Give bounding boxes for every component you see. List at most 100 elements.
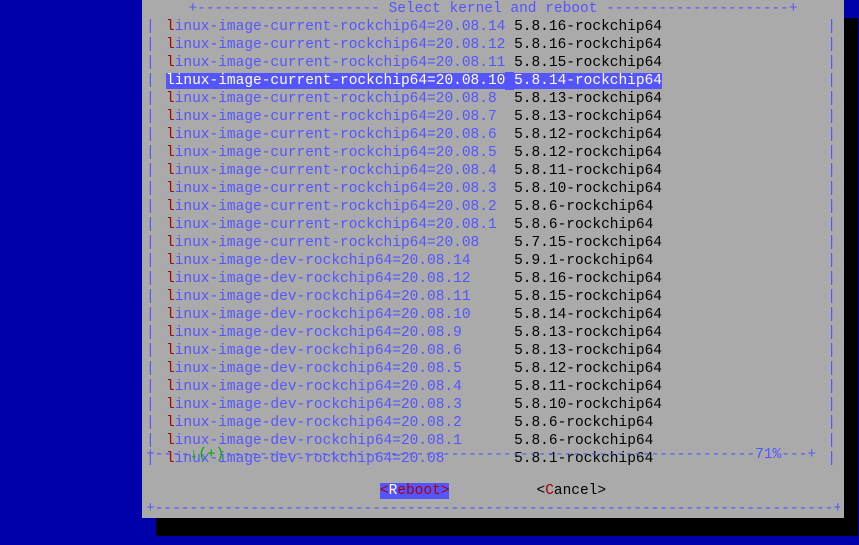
hotkey-letter: l (166, 55, 175, 71)
hotkey-letter: l (166, 109, 175, 125)
list-bottom-border: +----↓(+)-------------------------------… (146, 446, 840, 464)
hotkey-letter: l (166, 91, 175, 107)
package-name: inux-image-current-rockchip64=20.08.4 (175, 163, 497, 179)
kernel-version: 5.8.14-rockchip64 (514, 73, 662, 89)
kernel-version: 5.8.16-rockchip64 (514, 271, 662, 287)
package-name: inux-image-current-rockchip64=20.08.3 (175, 181, 497, 197)
list-item[interactable]: linux-image-current-rockchip64=20.08.2 5… (166, 198, 826, 216)
list-item[interactable]: linux-image-current-rockchip64=20.08.12 … (166, 36, 826, 54)
kernel-version: 5.7.15-rockchip64 (514, 235, 662, 251)
package-name: inux-image-current-rockchip64=20.08.2 (175, 199, 497, 215)
package-name: inux-image-current-rockchip64=20.08.12 (175, 37, 506, 53)
hotkey-letter: l (166, 253, 175, 269)
kernel-version: 5.8.13-rockchip64 (514, 325, 662, 341)
list-item[interactable]: linux-image-current-rockchip64=20.08.7 5… (166, 108, 826, 126)
hotkey-letter: l (166, 397, 175, 413)
package-name: inux-image-dev-rockchip64=20.08.10 (175, 307, 471, 323)
hotkey-letter: l (166, 325, 175, 341)
list-item[interactable]: linux-image-current-rockchip64=20.08.11 … (166, 54, 826, 72)
kernel-version: 5.8.15-rockchip64 (514, 289, 662, 305)
kernel-version: 5.8.15-rockchip64 (514, 55, 662, 71)
dialog-shadow (156, 518, 858, 536)
package-name: inux-image-current-rockchip64=20.08.6 (175, 127, 497, 143)
hotkey-letter: l (166, 163, 175, 179)
reboot-button[interactable]: <Reboot> (380, 483, 450, 499)
list-item[interactable]: linux-image-dev-rockchip64=20.08.2 5.8.6… (166, 414, 826, 432)
hotkey-letter: l (166, 343, 175, 359)
kernel-version: 5.8.10-rockchip64 (514, 181, 662, 197)
hotkey-letter: l (166, 415, 175, 431)
kernel-version: 5.8.6-rockchip64 (514, 199, 653, 215)
package-name: inux-image-current-rockchip64=20.08.8 (175, 91, 497, 107)
hotkey-letter: l (166, 73, 175, 89)
list-item[interactable]: linux-image-dev-rockchip64=20.08.11 5.8.… (166, 288, 826, 306)
right-border: | | | | | | | | | | | | | | | | | | | | … (827, 18, 836, 468)
hotkey-letter: l (166, 19, 175, 35)
list-item[interactable]: linux-image-current-rockchip64=20.08.6 5… (166, 126, 826, 144)
package-name: inux-image-dev-rockchip64=20.08.11 (175, 289, 471, 305)
list-item[interactable]: linux-image-current-rockchip64=20.08.1 5… (166, 216, 826, 234)
list-item[interactable]: linux-image-dev-rockchip64=20.08.9 5.8.1… (166, 324, 826, 342)
scroll-percent: 71% (755, 447, 781, 463)
hotkey-letter: l (166, 361, 175, 377)
list-item[interactable]: linux-image-dev-rockchip64=20.08.3 5.8.1… (166, 396, 826, 414)
hotkey-letter: l (166, 307, 175, 323)
hotkey-letter: l (166, 379, 175, 395)
list-item[interactable]: linux-image-dev-rockchip64=20.08.12 5.8.… (166, 270, 826, 288)
package-name: inux-image-dev-rockchip64=20.08.4 (175, 379, 462, 395)
kernel-version: 5.8.6-rockchip64 (514, 217, 653, 233)
package-name: inux-image-current-rockchip64=20.08.1 (175, 217, 497, 233)
kernel-version: 5.8.13-rockchip64 (514, 109, 662, 125)
list-item[interactable]: linux-image-dev-rockchip64=20.08.4 5.8.1… (166, 378, 826, 396)
kernel-version: 5.8.12-rockchip64 (514, 145, 662, 161)
kernel-version: 5.8.12-rockchip64 (514, 127, 662, 143)
kernel-version: 5.8.10-rockchip64 (514, 397, 662, 413)
list-item[interactable]: linux-image-current-rockchip64=20.08 5.7… (166, 234, 826, 252)
package-name: inux-image-dev-rockchip64=20.08.6 (175, 343, 462, 359)
package-name: inux-image-current-rockchip64=20.08.10 (175, 73, 506, 89)
kernel-version: 5.9.1-rockchip64 (514, 253, 653, 269)
list-item[interactable]: linux-image-dev-rockchip64=20.08.10 5.8.… (166, 306, 826, 324)
kernel-version: 5.8.11-rockchip64 (514, 163, 662, 179)
package-name: inux-image-current-rockchip64=20.08 (175, 235, 480, 251)
left-border: | | | | | | | | | | | | | | | | | | | | … (146, 18, 163, 468)
cancel-button[interactable]: <Cancel> (537, 483, 607, 499)
package-name: inux-image-dev-rockchip64=20.08.9 (175, 325, 462, 341)
package-name: inux-image-dev-rockchip64=20.08.2 (175, 415, 462, 431)
kernel-version: 5.8.16-rockchip64 (514, 37, 662, 53)
dialog-shadow (844, 18, 858, 518)
kernel-list[interactable]: linux-image-current-rockchip64=20.08.14 … (166, 18, 826, 468)
scroll-down-icon: ↓(+) (190, 447, 225, 463)
package-name: inux-image-dev-rockchip64=20.08.14 (175, 253, 471, 269)
hotkey-letter: l (166, 181, 175, 197)
list-item[interactable]: linux-image-current-rockchip64=20.08.4 5… (166, 162, 826, 180)
package-name: inux-image-dev-rockchip64=20.08.12 (175, 271, 471, 287)
list-item[interactable]: linux-image-current-rockchip64=20.08.3 5… (166, 180, 826, 198)
package-name: inux-image-dev-rockchip64=20.08.3 (175, 397, 462, 413)
dialog-bottom-border: +---------------------------------------… (146, 500, 840, 518)
list-item[interactable]: linux-image-dev-rockchip64=20.08.14 5.9.… (166, 252, 826, 270)
list-item[interactable]: linux-image-current-rockchip64=20.08.10 … (166, 72, 826, 90)
list-item[interactable]: linux-image-current-rockchip64=20.08.8 5… (166, 90, 826, 108)
hotkey-letter: l (166, 271, 175, 287)
hotkey-letter: l (166, 145, 175, 161)
hotkey-letter: l (166, 235, 175, 251)
hotkey-letter: l (166, 217, 175, 233)
list-item[interactable]: linux-image-dev-rockchip64=20.08.5 5.8.1… (166, 360, 826, 378)
package-name: inux-image-current-rockchip64=20.08.11 (175, 55, 506, 71)
list-item[interactable]: linux-image-current-rockchip64=20.08.5 5… (166, 144, 826, 162)
package-name: inux-image-current-rockchip64=20.08.14 (175, 19, 506, 35)
button-bar: <Reboot> <Cancel> (142, 482, 844, 500)
dialog-title: Select kernel and reboot (389, 1, 598, 17)
kernel-version: 5.8.6-rockchip64 (514, 415, 653, 431)
list-item[interactable]: linux-image-current-rockchip64=20.08.14 … (166, 18, 826, 36)
kernel-version: 5.8.12-rockchip64 (514, 361, 662, 377)
kernel-select-dialog: +--------------------- Select kernel and… (142, 0, 844, 518)
dialog-title-border: +--------------------- Select kernel and… (142, 0, 844, 18)
kernel-version: 5.8.16-rockchip64 (514, 19, 662, 35)
hotkey-letter: l (166, 37, 175, 53)
package-name: inux-image-current-rockchip64=20.08.7 (175, 109, 497, 125)
kernel-version: 5.8.13-rockchip64 (514, 343, 662, 359)
list-item[interactable]: linux-image-dev-rockchip64=20.08.6 5.8.1… (166, 342, 826, 360)
hotkey-letter: l (166, 199, 175, 215)
